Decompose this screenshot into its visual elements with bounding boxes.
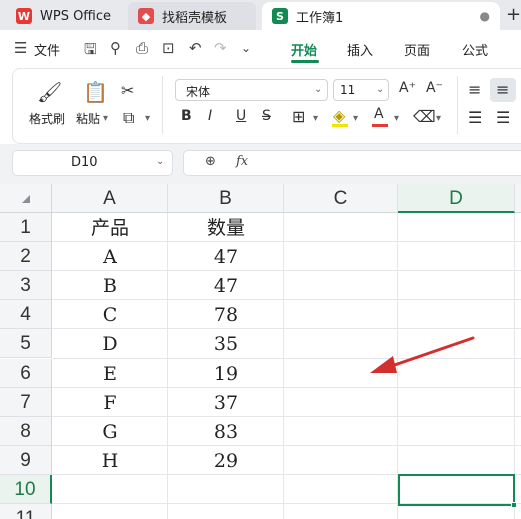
annotation-arrow <box>370 336 475 373</box>
arrow-head <box>370 356 397 373</box>
